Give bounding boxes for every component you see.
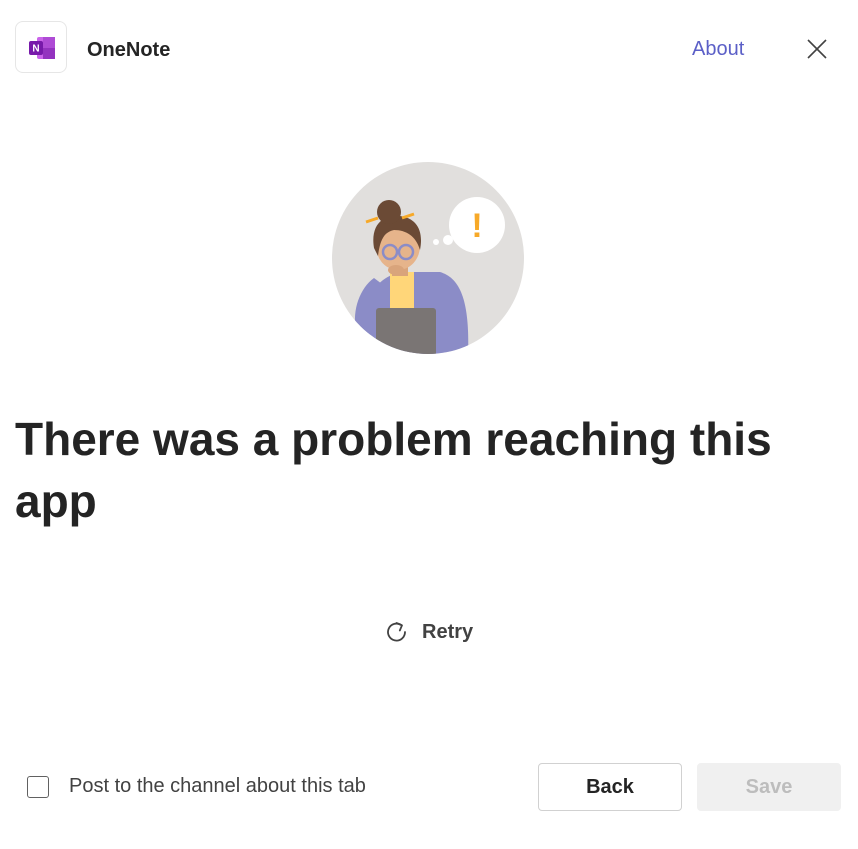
person-thinking-illustration: !: [330, 160, 526, 356]
onenote-logo-icon: N: [15, 21, 67, 73]
app-name: OneNote: [87, 39, 171, 61]
post-to-channel-option: Post to the channel about this tab: [27, 775, 366, 798]
save-button[interactable]: Save: [697, 763, 841, 811]
dialog-header: N OneNote About: [0, 0, 858, 100]
post-to-channel-label[interactable]: Post to the channel about this tab: [69, 775, 366, 798]
post-to-channel-checkbox[interactable]: [27, 775, 49, 798]
alert-mark: !: [471, 207, 482, 245]
refresh-icon: [387, 622, 406, 642]
logo-letter: N: [32, 44, 39, 55]
about-link[interactable]: About: [692, 37, 744, 61]
error-title: There was a problem reaching this app: [15, 413, 772, 527]
retry-button[interactable]: Retry: [384, 616, 473, 648]
back-button[interactable]: Back: [538, 763, 682, 811]
close-icon: [807, 39, 827, 59]
close-button[interactable]: [802, 34, 832, 64]
retry-label: Retry: [422, 620, 474, 643]
